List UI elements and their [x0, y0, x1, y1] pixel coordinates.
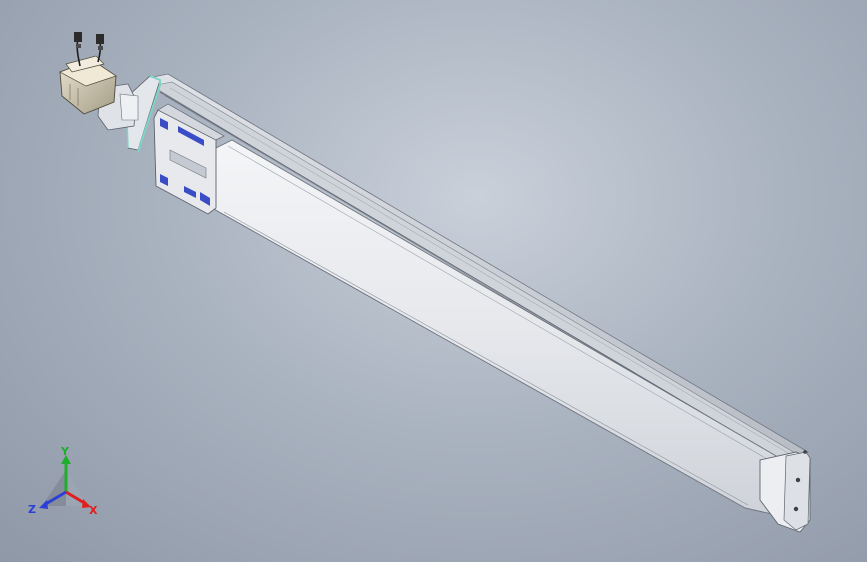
x-axis-label: X: [89, 504, 98, 517]
z-axis-label: Z: [28, 503, 36, 516]
graphics-viewport[interactable]: Y X Z: [0, 0, 867, 562]
actuator-rail[interactable]: [146, 73, 809, 470]
y-axis-label: Y: [61, 445, 69, 458]
orientation-triad[interactable]: Y X Z: [26, 445, 106, 522]
end-cap[interactable]: [759, 450, 811, 533]
z-arrow-icon: [39, 500, 48, 509]
actuator-body[interactable]: [211, 139, 791, 515]
model-scene[interactable]: [0, 0, 867, 562]
